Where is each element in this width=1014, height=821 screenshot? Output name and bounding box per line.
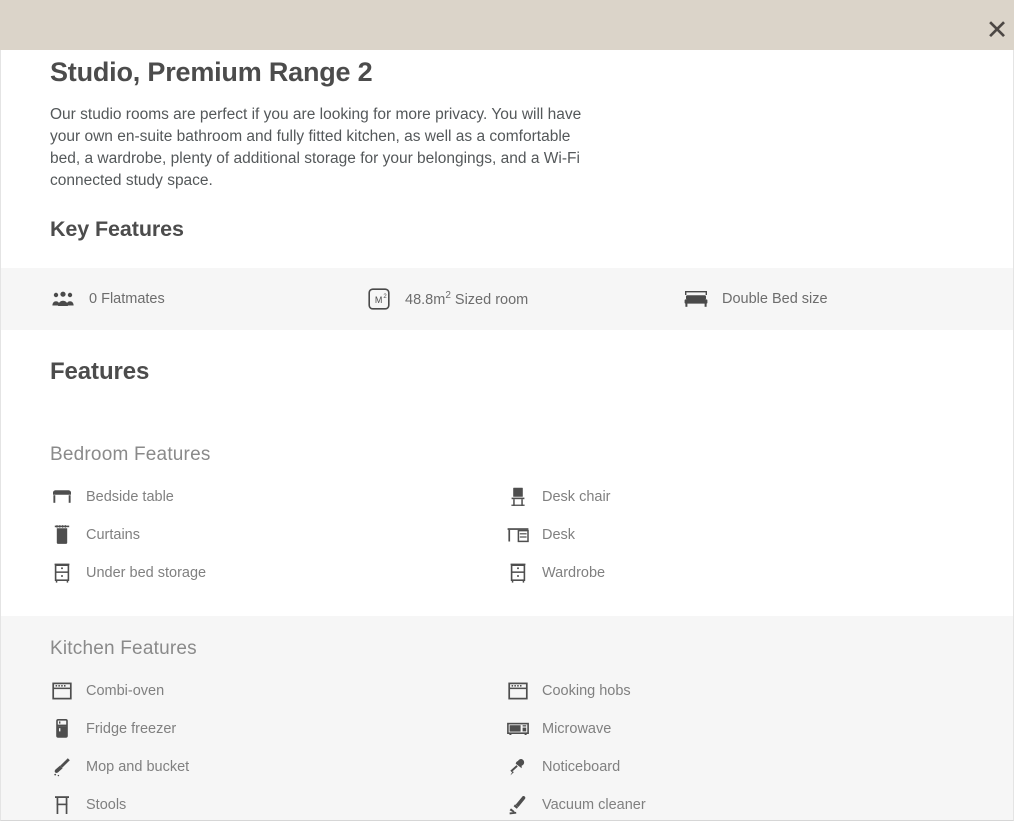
feature-item: Under bed storage [50, 554, 506, 592]
sized-room-exponent: 2 [445, 290, 451, 302]
people-icon [50, 287, 76, 311]
feature-item: Wardrobe [506, 554, 973, 592]
feature-label: Desk chair [542, 489, 611, 506]
close-icon[interactable]: ✕ [983, 16, 1011, 44]
features-heading-wrap: Features [1, 330, 1013, 386]
feature-item: Microwave [506, 710, 973, 748]
bedside-table-icon [51, 486, 73, 508]
key-feature-flatmates: 0 Flatmates [50, 287, 366, 311]
feature-item: Cooking hobs [506, 672, 973, 710]
square-meter-icon: M 2 [366, 287, 392, 311]
key-features-band: 0 Flatmates M 2 48.8m2 Sized room Double… [1, 268, 1013, 331]
feature-label: Vacuum cleaner [542, 797, 646, 814]
combi-oven-icon [51, 680, 73, 702]
key-feature-label: 0 Flatmates [89, 291, 165, 308]
feature-grid: Bedside table Desk chair Curtains Desk U… [50, 478, 973, 592]
feature-label: Mop and bucket [86, 759, 190, 776]
feature-group-title: Bedroom Features [50, 444, 211, 466]
mop-bucket-icon [51, 756, 73, 778]
noticeboard-icon [507, 756, 529, 778]
sized-room-value: 48.8m [405, 292, 446, 308]
key-feature-label: Double Bed size [722, 291, 828, 308]
key-features-heading: Key Features [50, 217, 184, 242]
feature-group-inner: Kitchen Features Combi-oven Cooking hobs… [1, 638, 1013, 820]
feature-label: Cooking hobs [542, 683, 631, 700]
feature-item: Noticeboard [506, 748, 973, 786]
feature-group-title: Kitchen Features [50, 638, 197, 660]
desk-chair-icon [507, 486, 529, 508]
feature-group-inner: Bedroom Features Bedside table Desk chai… [1, 444, 1013, 592]
feature-group-bedroom: Bedroom Features Bedside table Desk chai… [1, 422, 1013, 617]
fridge-freezer-icon [51, 718, 73, 740]
wardrobe-icon [507, 562, 529, 584]
feature-label: Desk [542, 527, 576, 544]
page-title: Studio, Premium Range 2 [50, 57, 373, 87]
svg-text:M: M [375, 295, 383, 305]
stools-icon [51, 794, 73, 816]
feature-label: Bedside table [86, 489, 174, 506]
feature-group-kitchen: Kitchen Features Combi-oven Cooking hobs… [1, 616, 1013, 820]
feature-item: Stools [50, 786, 506, 820]
under-bed-storage-icon [51, 562, 73, 584]
feature-label: Stools [86, 797, 127, 814]
svg-text:2: 2 [383, 294, 387, 300]
modal-header-bar: ✕ [0, 0, 1014, 50]
feature-label: Curtains [86, 527, 140, 544]
feature-label: Under bed storage [86, 565, 207, 582]
vacuum-cleaner-icon [507, 794, 529, 816]
feature-label: Noticeboard [542, 759, 621, 776]
feature-grid: Combi-oven Cooking hobs Fridge freezer M… [50, 672, 973, 820]
feature-item: Desk chair [506, 478, 973, 516]
room-description: Our studio rooms are perfect if you are … [50, 106, 582, 190]
feature-item: Desk [506, 516, 973, 554]
features-heading: Features [50, 358, 150, 386]
feature-item: Bedside table [50, 478, 506, 516]
feature-item: Mop and bucket [50, 748, 506, 786]
intro-section: Studio, Premium Range 2 Our studio rooms… [1, 50, 1013, 242]
feature-item: Curtains [50, 516, 506, 554]
cooking-hobs-icon [507, 680, 529, 702]
modal-body: Studio, Premium Range 2 Our studio rooms… [0, 50, 1014, 821]
microwave-icon [507, 718, 529, 740]
feature-item: Fridge freezer [50, 710, 506, 748]
sized-room-unit-label: Sized room [454, 292, 529, 308]
feature-item: Combi-oven [50, 672, 506, 710]
key-feature-bed-size: Double Bed size [683, 287, 828, 311]
desk-icon [507, 524, 529, 546]
curtains-icon [51, 524, 73, 546]
key-feature-sized-room: M 2 48.8m2 Sized room [366, 287, 683, 311]
bed-icon [683, 287, 709, 311]
feature-item: Vacuum cleaner [506, 786, 973, 820]
key-feature-label: 48.8m2 Sized room [405, 290, 528, 308]
feature-label: Combi-oven [86, 683, 165, 700]
room-details-modal: ✕ Studio, Premium Range 2 Our studio roo… [0, 0, 1014, 821]
feature-label: Microwave [542, 721, 612, 738]
feature-label: Fridge freezer [86, 721, 177, 738]
feature-label: Wardrobe [542, 565, 606, 582]
